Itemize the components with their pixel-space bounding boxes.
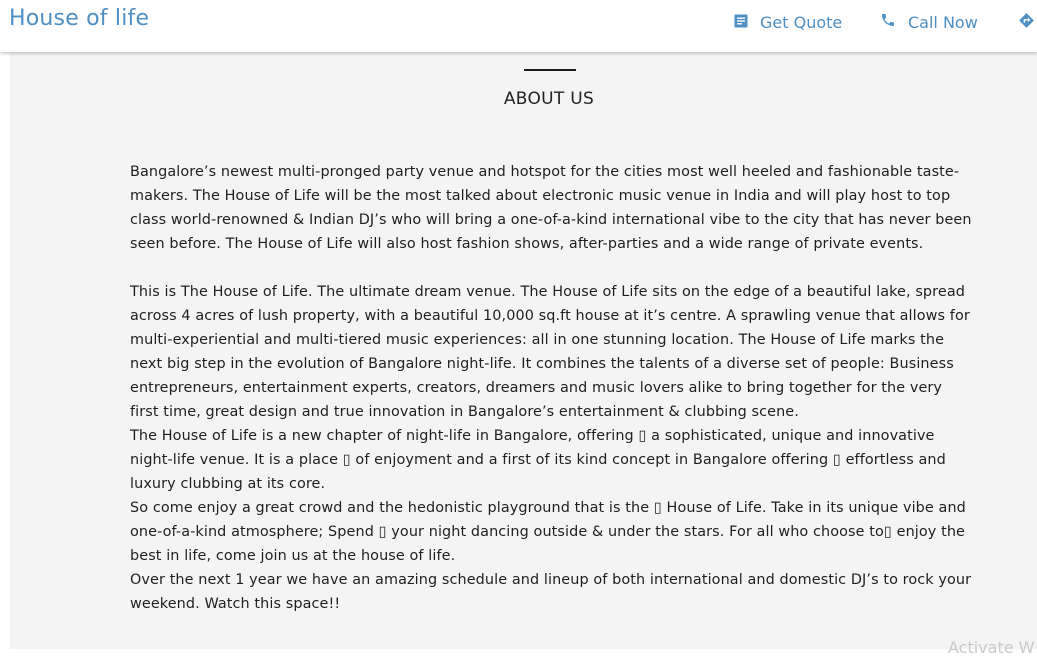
get-quote-label: Get Quote <box>760 12 843 32</box>
about-paragraph: Bangalore’s newest multi-pronged party v… <box>130 164 972 252</box>
brand-logo-link[interactable]: House of life <box>9 6 149 31</box>
phone-icon <box>880 12 896 32</box>
about-paragraph: The House of Life is a new chapter of ni… <box>130 428 946 492</box>
about-content: Bangalore’s newest multi-pronged party v… <box>130 160 972 616</box>
about-paragraph: Over the next 1 year we have an amazing … <box>130 572 972 612</box>
about-title: ABOUT US <box>503 89 595 109</box>
title-divider <box>524 69 576 71</box>
about-section: ABOUT US Bangalore’s newest multi-pronge… <box>10 52 1037 649</box>
top-navbar: House of life Get Quote Call Now <box>0 0 1037 52</box>
call-now-label: Call Now <box>908 12 978 32</box>
about-paragraph: This is The House of Life. The ultimate … <box>130 284 970 420</box>
directions-button[interactable] <box>1018 12 1035 32</box>
get-quote-button[interactable]: Get Quote <box>734 12 842 32</box>
directions-icon <box>1018 12 1035 33</box>
document-icon <box>734 13 748 32</box>
activation-watermark: Activate W <box>948 638 1035 657</box>
about-paragraph: So come enjoy a great crowd and the hedo… <box>130 500 966 564</box>
call-now-button[interactable]: Call Now <box>880 12 978 32</box>
